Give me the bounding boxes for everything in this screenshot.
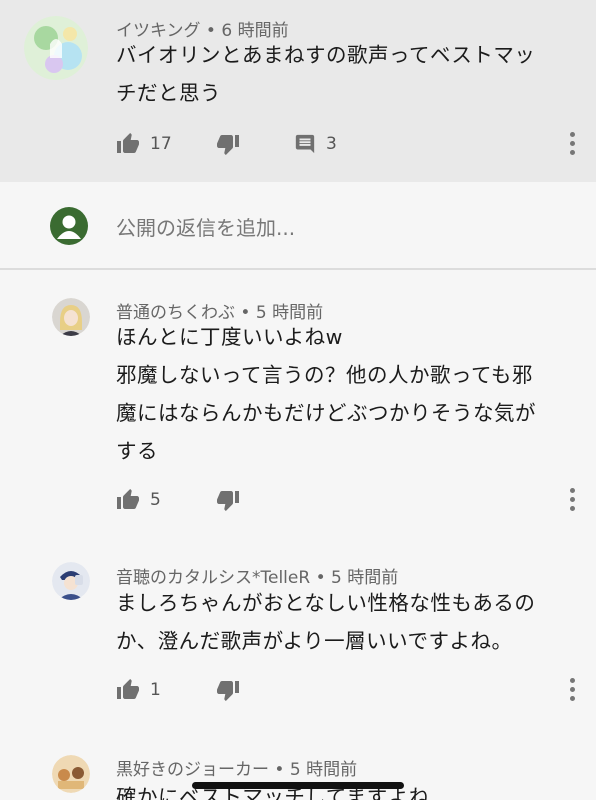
- avatar: [50, 207, 88, 245]
- dislike-button[interactable]: [216, 126, 240, 162]
- like-button[interactable]: 1: [116, 672, 161, 708]
- comment-item: 普通のちくわぶ • 5 時間前 ほんとに丁度いいよねw 邪魔しないって言うの？他…: [0, 270, 596, 530]
- comment-line: チだと思う: [116, 81, 221, 105]
- thumb-up-icon: [117, 489, 139, 509]
- like-count: 1: [150, 680, 161, 700]
- like-count: 5: [150, 490, 161, 510]
- avatar[interactable]: [52, 755, 90, 793]
- dislike-button[interactable]: [216, 672, 240, 708]
- reply-composer[interactable]: 公開の返信を追加...: [0, 182, 596, 270]
- comment-icon: [295, 134, 315, 154]
- comment-line: ましろちゃんがおとなしい性格な性もあるの: [116, 591, 536, 615]
- thumb-down-icon: [217, 681, 239, 701]
- comment-meta: 黒好きのジョーカー • 5 時間前: [116, 755, 357, 780]
- home-indicator[interactable]: [192, 782, 404, 789]
- comment-actions: 17 3: [0, 126, 596, 162]
- like-count: 17: [150, 134, 172, 154]
- avatar[interactable]: [24, 16, 88, 80]
- thumb-down-icon: [217, 135, 239, 155]
- avatar[interactable]: [52, 562, 90, 600]
- comment-text: ほんとに丁度いいよねw 邪魔しないって言うの？他の人か歌っても邪 魔にはならんか…: [116, 318, 576, 470]
- comment-line: する: [116, 439, 158, 463]
- thumb-up-icon: [117, 133, 139, 153]
- meta-separator: •: [274, 760, 285, 780]
- comment-item: 音聴のカタルシス*TelleR • 5 時間前 ましろちゃんがおとなしい性格な性…: [0, 530, 596, 720]
- comment-line: か、澄んだ歌声がより一層いいですよね。: [116, 629, 513, 653]
- reply-button[interactable]: 3: [294, 126, 337, 162]
- thumb-up-icon: [117, 679, 139, 699]
- avatar[interactable]: [52, 298, 90, 336]
- comment-actions: 1: [0, 672, 596, 708]
- comment-text: バイオリンとあまねすの歌声ってベストマッ チだと思う: [116, 36, 576, 112]
- more-vert-icon[interactable]: [568, 488, 576, 512]
- more-vert-icon[interactable]: [568, 132, 576, 156]
- reply-count: 3: [326, 134, 337, 154]
- reply-input[interactable]: 公開の返信を追加...: [116, 212, 295, 241]
- comment-author[interactable]: 黒好きのジョーカー: [116, 760, 269, 780]
- comment-time[interactable]: 5 時間前: [290, 760, 357, 780]
- like-button[interactable]: 5: [116, 482, 161, 518]
- dislike-button[interactable]: [216, 482, 240, 518]
- more-vert-icon[interactable]: [568, 678, 576, 702]
- comment-line: バイオリンとあまねすの歌声ってベストマッ: [116, 43, 536, 67]
- comment-actions: 5: [0, 482, 596, 518]
- comment-line: 邪魔しないって言うの？他の人か歌っても邪: [116, 363, 533, 387]
- comment-text: ましろちゃんがおとなしい性格な性もあるの か、澄んだ歌声がより一層いいですよね。: [116, 584, 576, 660]
- like-button[interactable]: 17: [116, 126, 172, 162]
- thumb-down-icon: [217, 491, 239, 511]
- comment-line: ほんとに丁度いいよねw: [116, 325, 343, 349]
- comment-line: 魔にはならんかもだけどぶつかりそうな気が: [116, 401, 536, 425]
- highlighted-comment: イツキング • 6 時間前 バイオリンとあまねすの歌声ってベストマッ チだと思う…: [0, 0, 596, 182]
